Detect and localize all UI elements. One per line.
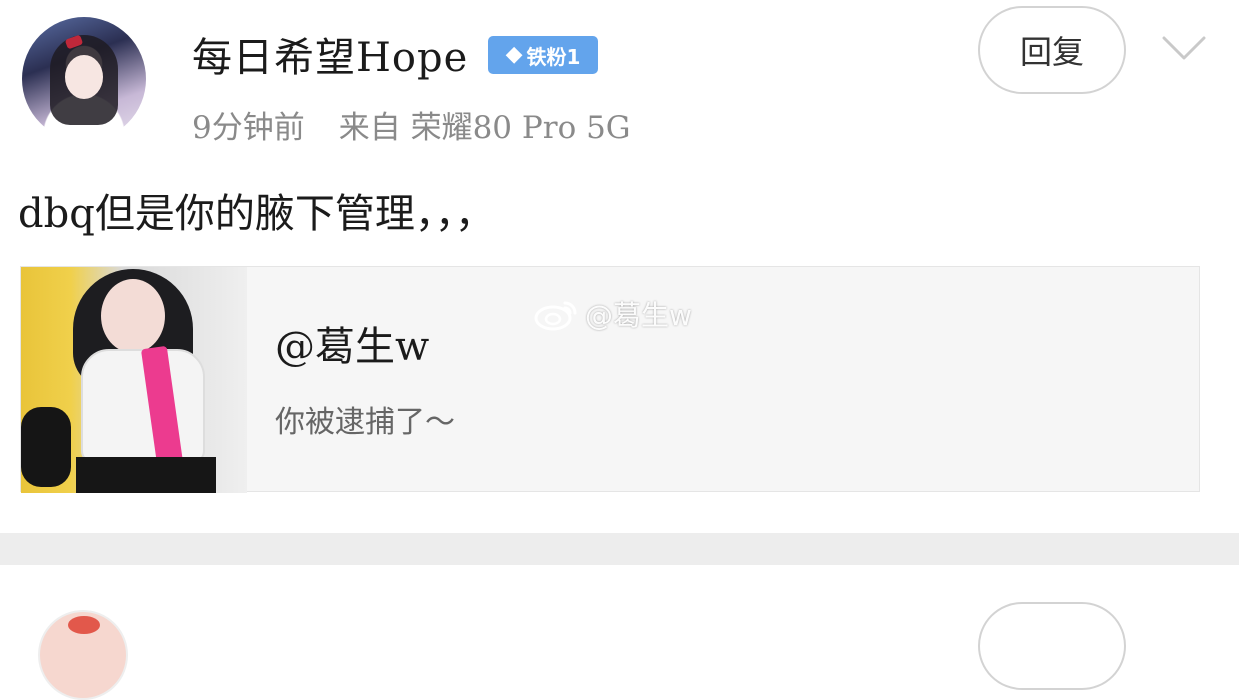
post-meta: 9分钟前 来自 荣耀80 Pro 5G bbox=[192, 105, 631, 151]
thumb-skirt bbox=[76, 457, 216, 493]
next-reply-button[interactable] bbox=[978, 602, 1126, 690]
chevron-down-icon[interactable] bbox=[1162, 34, 1206, 62]
thumb-face bbox=[101, 279, 165, 353]
post-time: 9分钟前 bbox=[192, 110, 305, 146]
avatar-face bbox=[65, 55, 103, 99]
post-content: dbq但是你的腋下管理，，， bbox=[18, 191, 495, 237]
weibo-logo-icon bbox=[534, 301, 577, 331]
watermark: @葛生w bbox=[533, 294, 692, 334]
user-avatar[interactable] bbox=[22, 17, 146, 141]
diamond-icon: ◆ bbox=[505, 42, 523, 67]
card-description: 你被逮捕了～ bbox=[275, 405, 455, 440]
card-thumbnail[interactable] bbox=[21, 267, 247, 493]
fan-badge[interactable]: ◆ 铁粉1 bbox=[488, 36, 598, 74]
watermark-text: @葛生w bbox=[585, 299, 692, 332]
reply-button[interactable]: 回复 bbox=[978, 6, 1126, 94]
thumb-glove bbox=[21, 407, 71, 487]
post-source: 来自 荣耀80 Pro 5G bbox=[338, 110, 631, 146]
card-title[interactable]: @葛生w bbox=[275, 319, 429, 375]
section-divider bbox=[0, 533, 1239, 565]
username[interactable]: 每日希望Hope bbox=[192, 30, 468, 86]
fan-badge-label: 铁粉1 bbox=[526, 44, 581, 69]
